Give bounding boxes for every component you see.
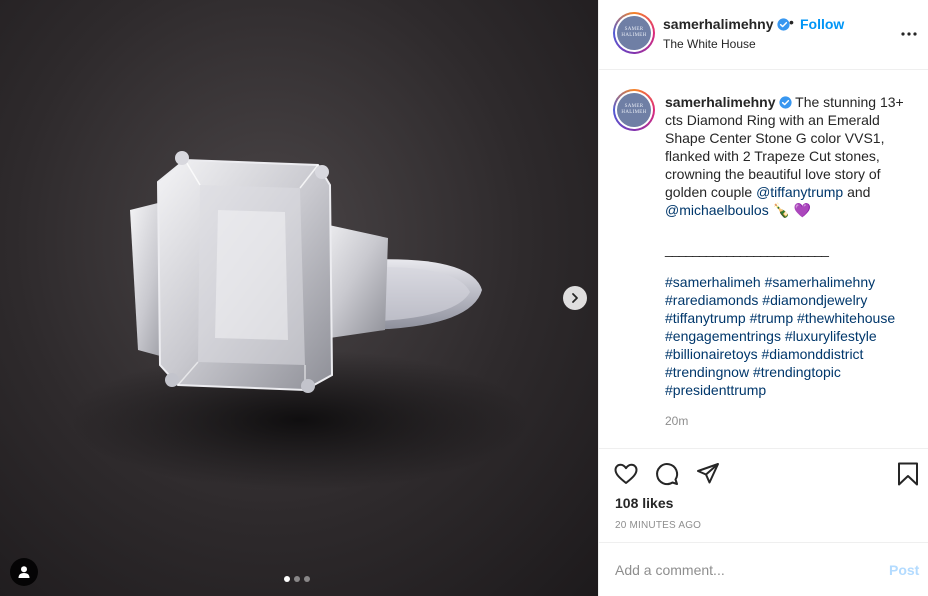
hashtag-list: #samerhalimeh #samerhalimehny #rarediamo… <box>665 273 915 399</box>
comments-section[interactable]: SAMER HALIMEH samerhalimehny The stunnin… <box>599 71 928 447</box>
carousel-indicator <box>284 576 310 582</box>
post-comment-button[interactable]: Post <box>889 562 919 578</box>
comment-icon <box>656 463 679 486</box>
carousel-dot <box>294 576 300 582</box>
caption-username[interactable]: samerhalimehny <box>665 94 776 110</box>
username-link[interactable]: samerhalimehny <box>663 16 790 32</box>
comment-button[interactable] <box>654 461 680 487</box>
caption-divider: ________________________ <box>665 241 829 257</box>
share-icon <box>697 463 719 484</box>
hashtag-link[interactable]: #engagementrings <box>665 328 781 344</box>
post-media[interactable] <box>0 0 598 596</box>
caption-and: and <box>847 184 871 200</box>
carousel-dot <box>284 576 290 582</box>
user-tag-icon <box>18 566 30 578</box>
hashtag-link[interactable]: #samerhalimeh <box>665 274 761 290</box>
heart-icon <box>614 463 638 484</box>
bookmark-icon <box>898 462 918 486</box>
save-button[interactable] <box>895 461 921 487</box>
separator-dot: • <box>789 14 794 30</box>
like-count[interactable]: 108 likes <box>615 495 673 511</box>
hashtag-link[interactable]: #diamondjewelry <box>762 292 867 308</box>
hashtag-link[interactable]: #presidenttrump <box>665 382 766 398</box>
verified-icon <box>776 18 790 31</box>
caption-emoji: 🍾 💜 <box>772 202 812 218</box>
action-bar <box>599 448 928 498</box>
avatar-logo-text: SAMER HALIMEH <box>621 27 647 38</box>
like-button[interactable] <box>613 461 639 487</box>
carousel-dot <box>304 576 310 582</box>
post-caption: samerhalimehny The stunning 13+ cts Diam… <box>665 93 915 219</box>
share-button[interactable] <box>695 461 721 487</box>
post-header: SAMER HALIMEH samerhalimehny • Follow Th… <box>599 0 928 70</box>
hashtag-link[interactable]: #trendingnow <box>665 364 749 380</box>
location-link[interactable]: The White House <box>663 37 756 51</box>
hashtag-link[interactable]: #trendingtopic <box>753 364 841 380</box>
post-details-panel: SAMER HALIMEH samerhalimehny • Follow Th… <box>598 0 928 596</box>
more-options-button[interactable] <box>899 24 919 44</box>
comment-input[interactable] <box>615 560 875 580</box>
hashtag-link[interactable]: #trump <box>750 310 794 326</box>
avatar-logo-text: SAMER HALIMEH <box>621 104 647 115</box>
hashtag-link[interactable]: #thewhitehouse <box>797 310 895 326</box>
verified-icon <box>778 96 792 109</box>
caption-avatar[interactable]: SAMER HALIMEH <box>613 89 655 131</box>
hashtag-link[interactable]: #billionairetoys <box>665 346 758 362</box>
mention-link[interactable]: @tiffanytrump <box>756 184 843 200</box>
mention-link[interactable]: @michaelboulos <box>665 202 769 218</box>
chevron-right-icon <box>572 293 578 303</box>
comment-form: Post <box>599 542 928 596</box>
more-icon <box>901 32 917 36</box>
post-timestamp[interactable]: 20 MINUTES AGO <box>615 520 701 531</box>
user-tags-button[interactable] <box>10 558 38 586</box>
carousel-next-button[interactable] <box>563 286 587 310</box>
hashtag-link[interactable]: #diamonddistrict <box>762 346 864 362</box>
avatar[interactable]: SAMER HALIMEH <box>613 12 655 54</box>
follow-button[interactable]: Follow <box>800 16 844 32</box>
hashtag-link[interactable]: #luxurylifestyle <box>785 328 877 344</box>
hashtag-link[interactable]: #tiffanytrump <box>665 310 746 326</box>
hashtag-link[interactable]: #rarediamonds <box>665 292 758 308</box>
ring-photo <box>70 151 530 490</box>
caption-timestamp[interactable]: 20m <box>665 414 688 428</box>
hashtag-link[interactable]: #samerhalimehny <box>765 274 876 290</box>
